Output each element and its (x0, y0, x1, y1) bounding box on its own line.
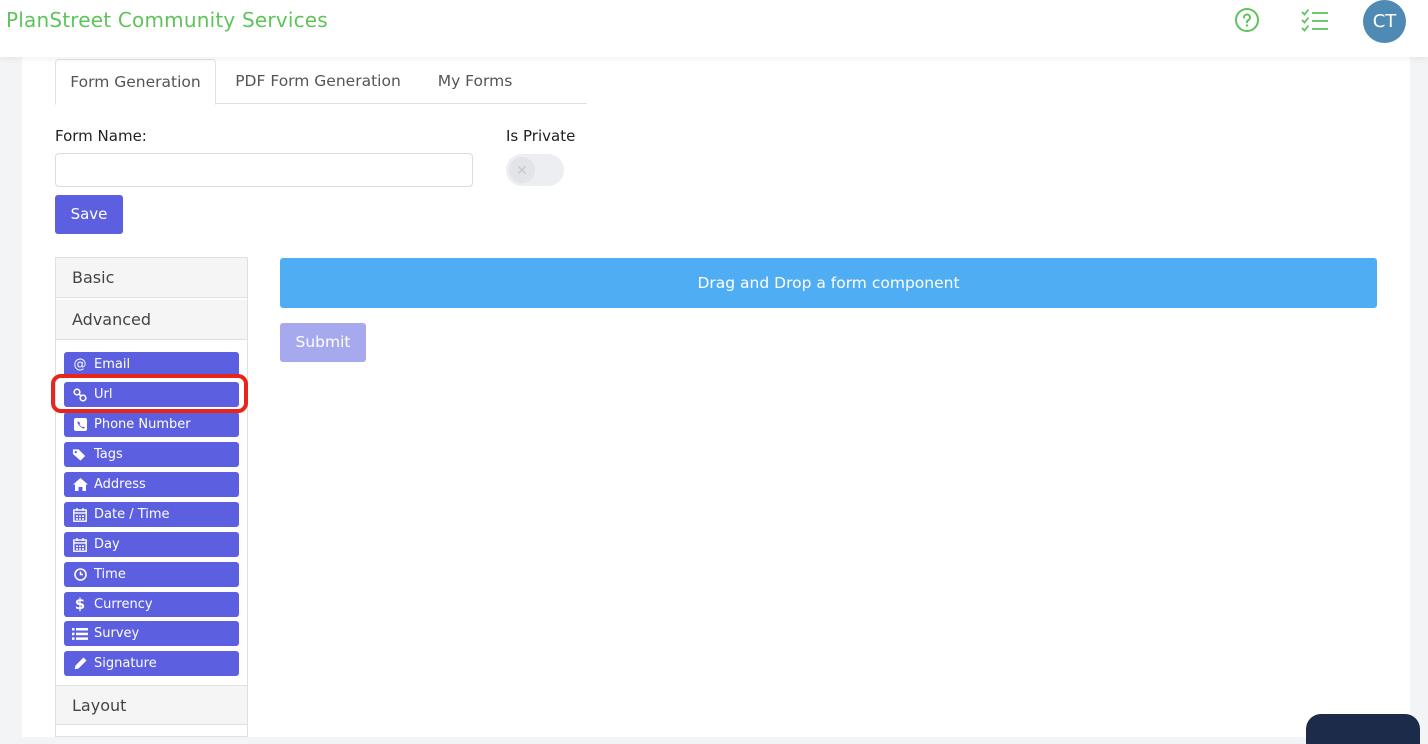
component-date-time[interactable]: Date / Time (64, 502, 239, 527)
top-navbar: PlanStreet Community Services CT (0, 0, 1428, 57)
is-private-toggle[interactable]: ✕ (506, 154, 564, 186)
submit-button[interactable]: Submit (280, 323, 366, 362)
form-name-input[interactable] (55, 153, 473, 187)
app-title[interactable]: PlanStreet Community Services (6, 8, 328, 32)
clock-icon (72, 567, 88, 583)
user-avatar[interactable]: CT (1363, 0, 1406, 43)
component-signature[interactable]: Signature (64, 651, 239, 676)
component-label: Survey (94, 626, 140, 641)
component-currency[interactable]: $ Currency (64, 592, 239, 617)
form-dropzone[interactable]: Drag and Drop a form component (280, 258, 1377, 308)
at-icon: @ (73, 357, 87, 372)
dollar-icon: $ (74, 595, 86, 613)
calendar-icon (72, 507, 88, 523)
component-label: Date / Time (94, 507, 170, 522)
calendar-icon (72, 537, 88, 553)
x-icon: ✕ (509, 157, 535, 183)
url-highlight-annotation (51, 374, 248, 413)
help-circle-icon[interactable] (1234, 7, 1260, 33)
pencil-icon (72, 656, 88, 672)
tags-icon (72, 447, 88, 463)
form-name-label: Form Name: (55, 127, 147, 145)
accordion-basic[interactable]: Basic (56, 258, 247, 298)
component-label: Time (94, 567, 126, 582)
component-phone-number[interactable]: Phone Number (64, 412, 239, 437)
component-day[interactable]: Day (64, 532, 239, 557)
phone-icon (72, 417, 88, 433)
component-label: Tags (94, 447, 123, 462)
save-button[interactable]: Save (55, 195, 123, 234)
accordion-advanced[interactable]: Advanced (56, 300, 247, 340)
component-tags[interactable]: Tags (64, 442, 239, 467)
component-sidebar: Basic Advanced @ Email Url Phone Number … (55, 257, 248, 737)
component-time[interactable]: Time (64, 562, 239, 587)
component-survey[interactable]: Survey (64, 621, 239, 646)
component-label: Signature (94, 656, 157, 671)
tab-pdf-form-generation[interactable]: PDF Form Generation (223, 59, 413, 103)
component-label: Phone Number (94, 417, 191, 432)
tab-bar: Form Generation PDF Form Generation My F… (55, 59, 587, 105)
list-icon (72, 626, 88, 642)
checklist-icon[interactable] (1300, 7, 1330, 33)
is-private-label: Is Private (506, 127, 576, 145)
component-label: Currency (94, 597, 153, 612)
home-icon (72, 477, 88, 493)
tab-my-forms[interactable]: My Forms (423, 59, 527, 103)
chat-widget[interactable] (1306, 714, 1420, 744)
accordion-layout[interactable]: Layout (56, 685, 247, 725)
component-address[interactable]: Address (64, 472, 239, 497)
component-label: Address (94, 477, 146, 492)
component-label: Day (94, 537, 120, 552)
tab-form-generation[interactable]: Form Generation (55, 59, 216, 105)
